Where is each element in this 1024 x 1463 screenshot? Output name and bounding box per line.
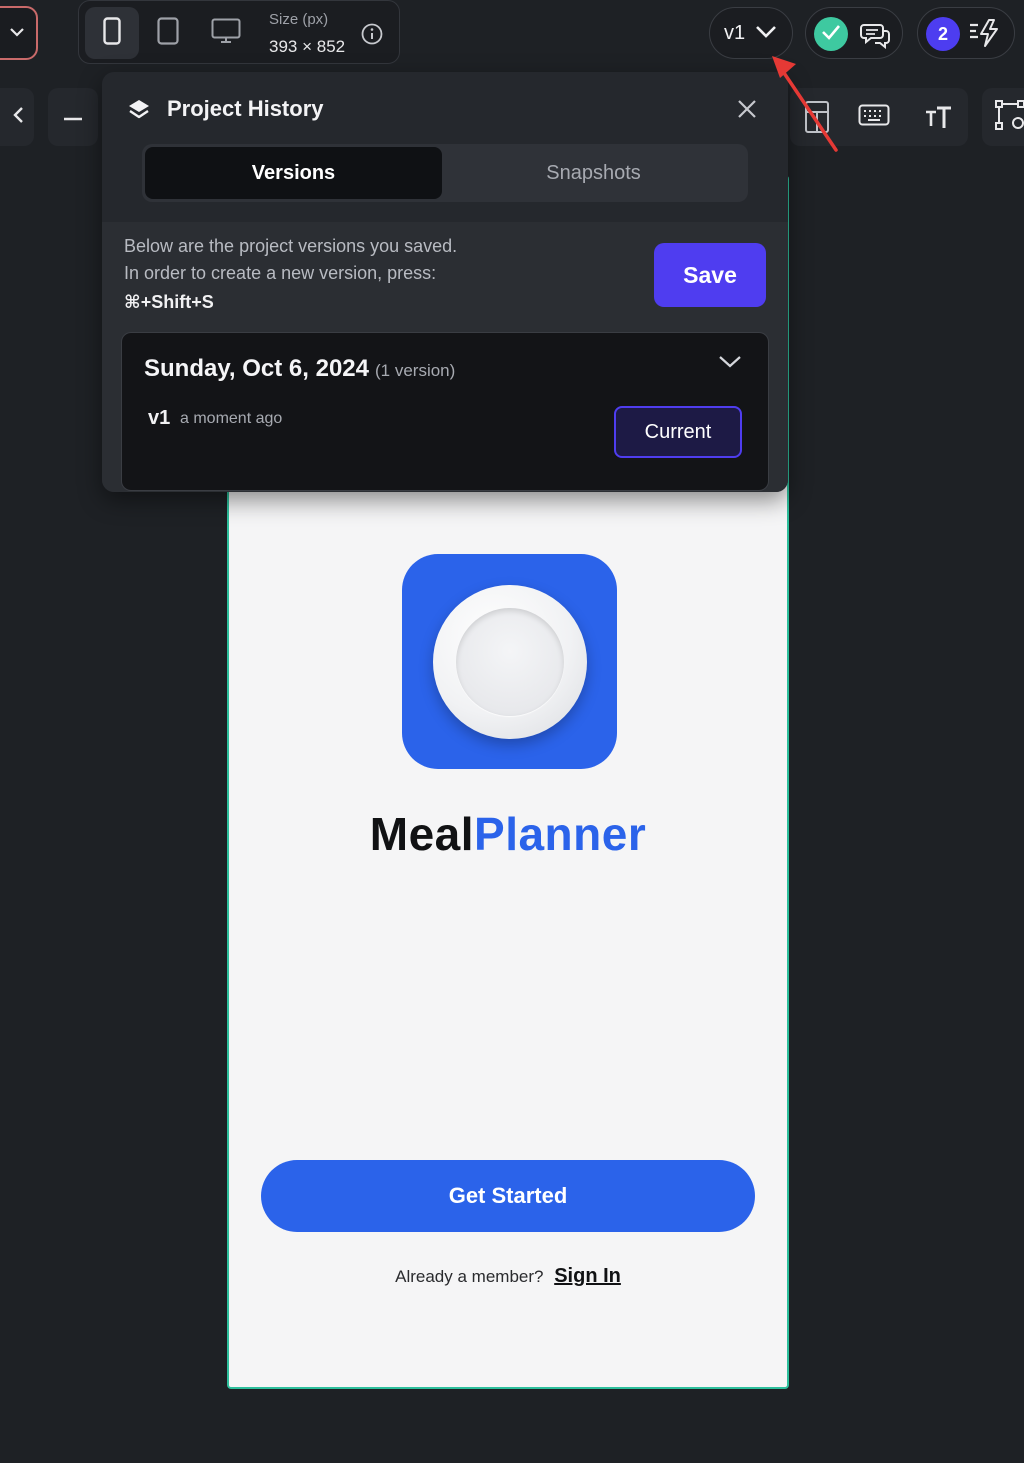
version-time: a moment ago: [180, 410, 283, 427]
history-tabs: Versions Snapshots: [142, 144, 748, 202]
device-switcher: Size (px) 393 × 852: [78, 0, 400, 64]
layers-icon: [127, 98, 151, 127]
tablet-view-button[interactable]: [141, 7, 195, 59]
bolt-icon[interactable]: [968, 18, 1000, 53]
zoom-out-button[interactable]: [48, 88, 98, 146]
current-version-badge[interactable]: Current: [614, 406, 742, 458]
chevron-down-icon: [10, 24, 24, 42]
annotation-arrow-icon: [760, 50, 850, 165]
tablet-icon: [157, 16, 179, 50]
close-icon[interactable]: [736, 98, 758, 125]
app-brand-title: MealPlanner: [369, 808, 647, 860]
desktop-icon: [211, 18, 241, 49]
version-name[interactable]: v1: [148, 407, 170, 430]
info-icon[interactable]: [361, 23, 383, 50]
save-shortcut: ⌘+Shift+S: [124, 292, 214, 312]
version-group-date: Sunday, Oct 6, 2024: [144, 355, 369, 382]
collapse-icon: [12, 106, 24, 129]
collapse-sidebar-button[interactable]: [0, 88, 34, 146]
plate-icon: [432, 584, 587, 739]
text-size-icon[interactable]: [924, 106, 954, 135]
project-dropdown[interactable]: [0, 6, 38, 60]
signin-prompt: Already a member?: [395, 1267, 544, 1286]
collaborator-count-badge[interactable]: 2: [926, 17, 960, 51]
desktop-view-button[interactable]: [199, 7, 253, 59]
chevron-down-icon[interactable]: [718, 355, 742, 374]
versions-content: Below are the project versions you saved…: [102, 222, 788, 492]
size-value[interactable]: 393 × 852: [269, 37, 345, 57]
check-icon: [821, 24, 841, 45]
description-line-2: In order to create a new version, press:: [124, 263, 437, 283]
version-label: v1: [724, 21, 746, 44]
version-group-header[interactable]: Sunday, Oct 6, 2024 (1 version): [144, 355, 455, 383]
components-button[interactable]: [982, 88, 1024, 146]
app-logo: [402, 554, 617, 769]
project-history-panel: Project History Versions Snapshots Below…: [102, 72, 788, 492]
version-group-card: Sunday, Oct 6, 2024 (1 version) v1 a mome…: [121, 332, 769, 491]
zoom-out-icon: [63, 108, 83, 126]
chat-icon[interactable]: [860, 19, 890, 54]
keyboard-icon[interactable]: [858, 104, 890, 133]
description-line-1: Below are the project versions you saved…: [124, 236, 458, 256]
version-group-count: (1 version): [375, 361, 456, 380]
phone-icon: [103, 16, 121, 50]
collaborators-group: 2: [917, 7, 1015, 59]
signin-link[interactable]: Sign In: [554, 1265, 621, 1287]
get-started-button[interactable]: Get Started: [261, 1160, 755, 1232]
size-label: Size (px): [269, 11, 329, 28]
phone-view-button[interactable]: [85, 7, 139, 59]
tab-snapshots[interactable]: Snapshots: [445, 147, 742, 199]
components-icon: [994, 99, 1024, 136]
panel-title: Project History: [167, 96, 324, 121]
save-button[interactable]: Save: [654, 243, 766, 307]
tab-versions[interactable]: Versions: [145, 147, 442, 199]
sync-status-button[interactable]: [814, 17, 848, 51]
signin-row: Already a member? Sign In: [229, 1265, 787, 1288]
chevron-down-icon: [755, 22, 777, 45]
